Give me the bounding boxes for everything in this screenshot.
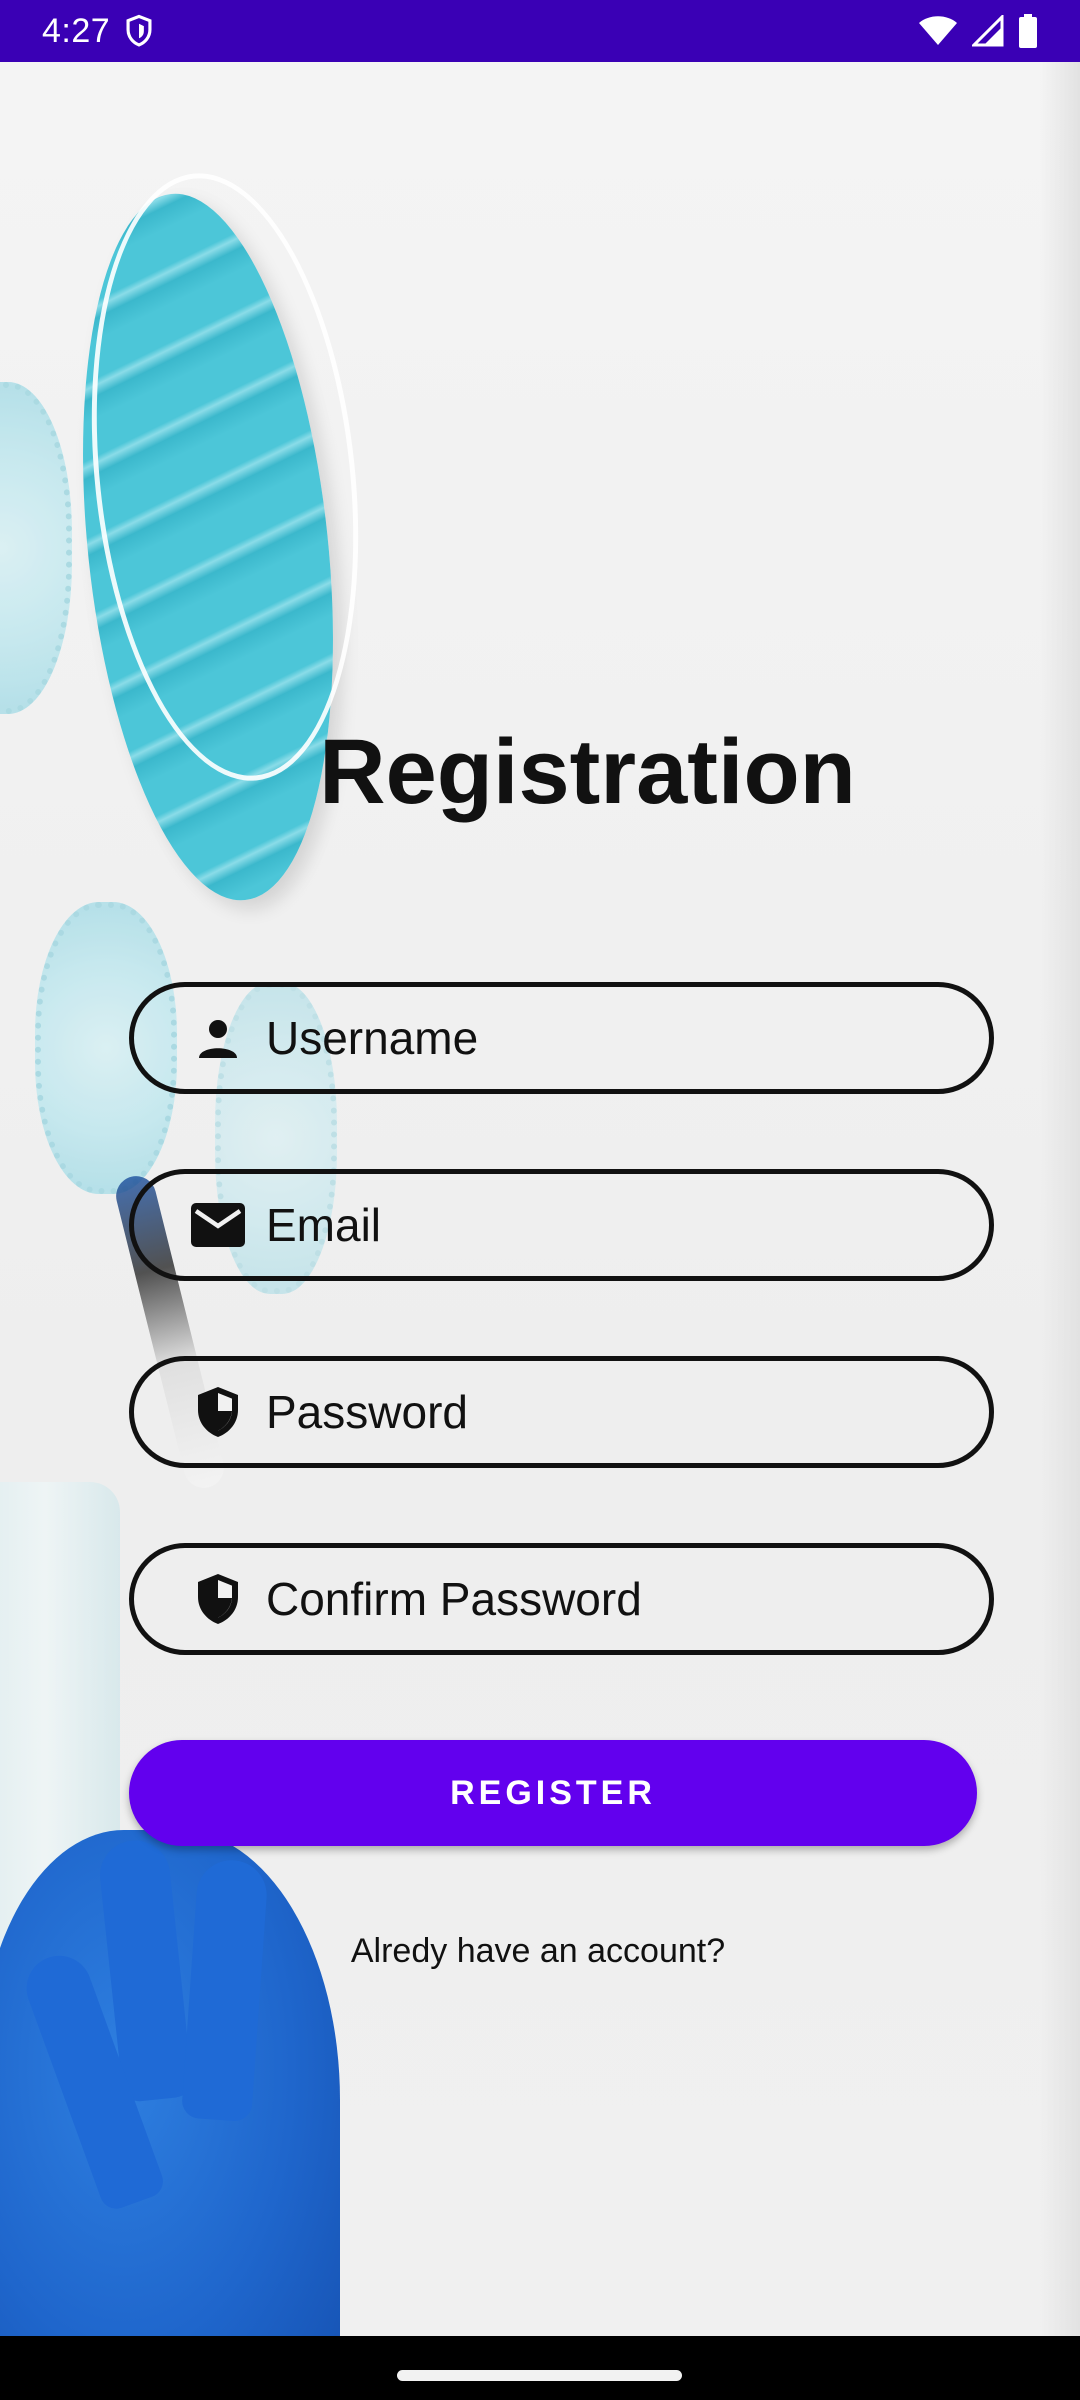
status-time: 4:27 <box>42 11 111 50</box>
password-input[interactable] <box>266 1385 906 1439</box>
email-icon <box>190 1197 246 1253</box>
registration-screen: 4:27 Registration Username Email REGISTE… <box>0 0 1080 2400</box>
signal-icon <box>972 15 1004 47</box>
home-gesture-handle[interactable] <box>397 2370 682 2381</box>
confirm-password-input[interactable] <box>266 1572 906 1626</box>
background-edge <box>1040 62 1080 2336</box>
username-field[interactable] <box>129 982 994 1094</box>
status-bar: 4:27 <box>0 0 1080 62</box>
shield-icon <box>124 14 154 48</box>
person-icon <box>190 1010 246 1066</box>
password-field[interactable] <box>129 1356 994 1468</box>
confirm-password-field[interactable] <box>129 1543 994 1655</box>
email-input[interactable] <box>266 1198 906 1252</box>
email-field[interactable] <box>129 1169 994 1281</box>
navigation-bar <box>0 2336 1080 2400</box>
shield-icon <box>190 1571 246 1627</box>
virus-illustration <box>0 382 72 714</box>
shield-icon <box>190 1384 246 1440</box>
username-input[interactable] <box>266 1011 906 1065</box>
page-title: Registration <box>319 721 856 823</box>
register-button[interactable]: REGISTER <box>129 1740 977 1846</box>
wifi-icon <box>918 15 958 47</box>
battery-icon <box>1018 14 1038 48</box>
login-link[interactable]: Alredy have an account? <box>0 1932 1076 1971</box>
